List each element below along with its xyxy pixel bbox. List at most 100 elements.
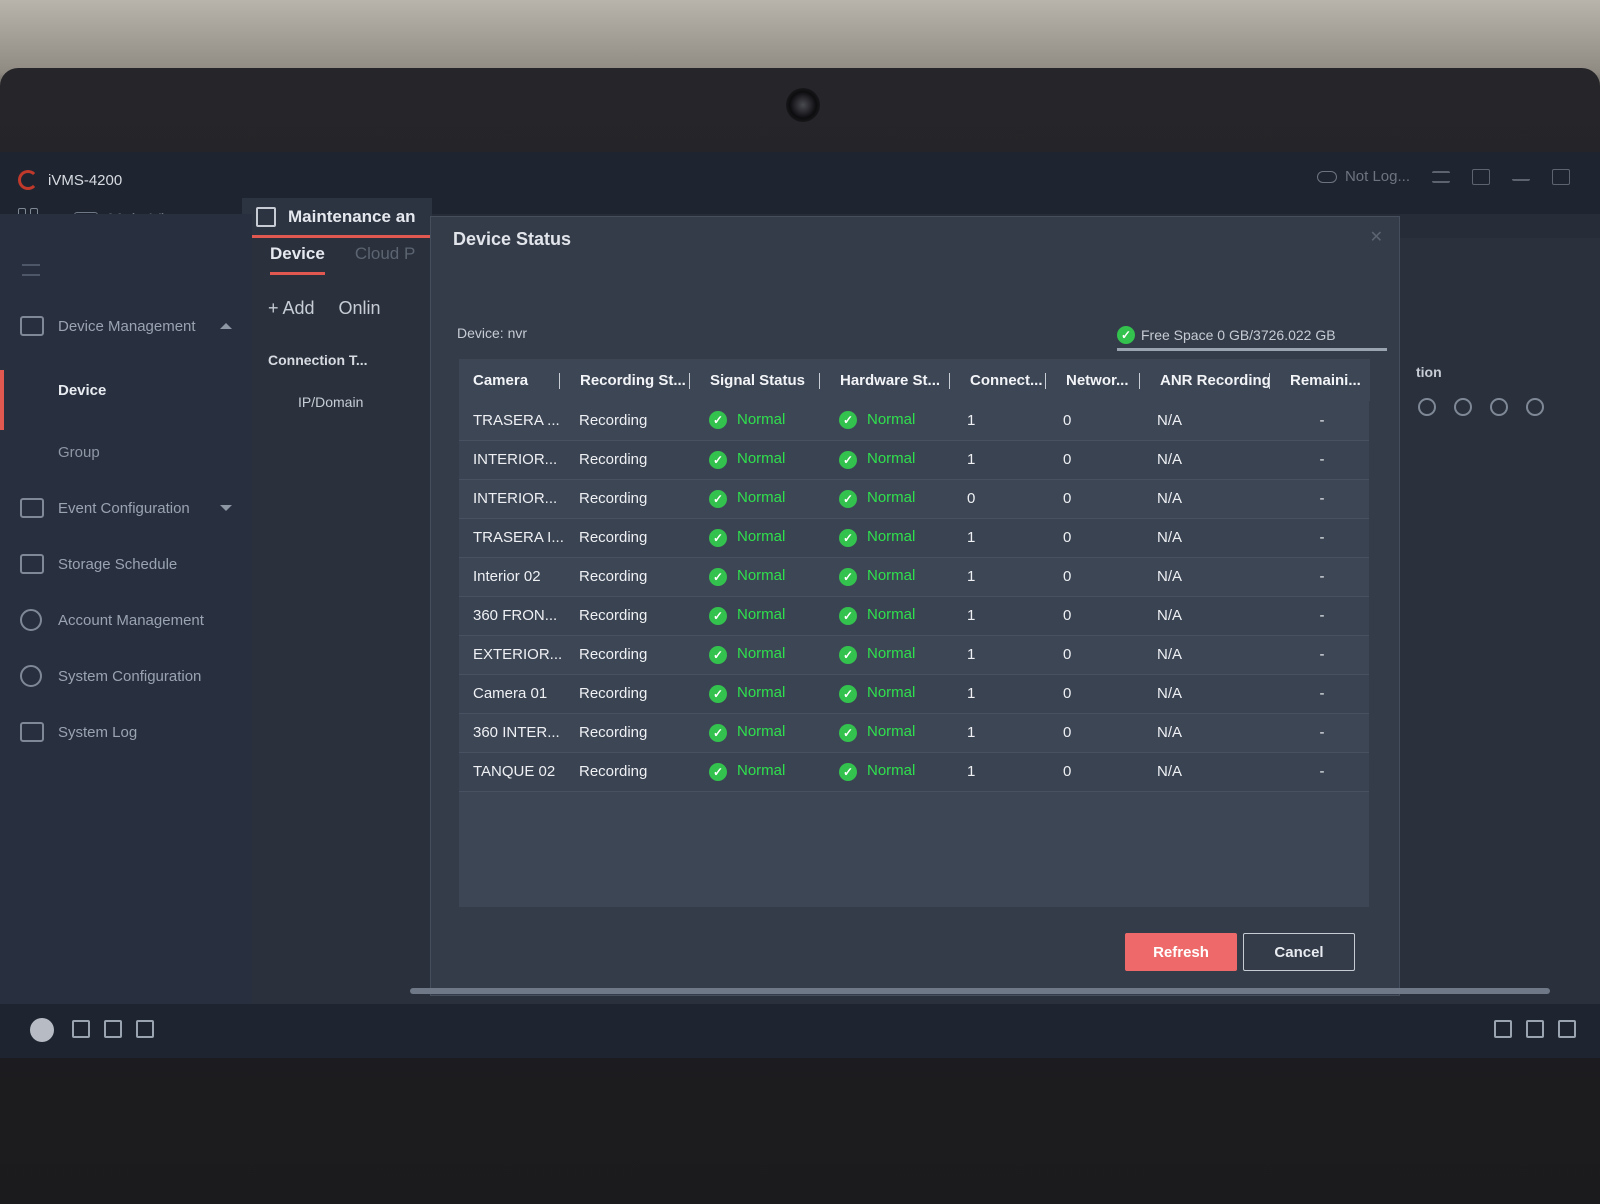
cell-recording-status: Recording [565, 635, 695, 675]
column-header[interactable]: Recording St... [565, 359, 696, 401]
cell-network-label: 0 [1063, 411, 1072, 429]
status-bar [0, 1004, 1600, 1058]
cell-recording-status-label: Recording [579, 685, 648, 702]
trash-icon[interactable] [72, 1020, 90, 1038]
column-header[interactable]: ANR Recording [1145, 359, 1276, 401]
free-space-indicator: ✓ Free Space 0 GB/3726.022 GB [1117, 321, 1387, 351]
pin-icon[interactable] [1494, 1020, 1512, 1038]
device-list-row[interactable]: IP/Domain [298, 394, 363, 410]
column-header[interactable]: Networ... [1051, 359, 1146, 401]
tab-cloud[interactable]: Cloud P [355, 244, 415, 275]
table-row[interactable]: TANQUE 02 Recording ✓ Normal ✓ Normal 1 0 N/A - [459, 752, 1369, 792]
alarm-icon[interactable] [30, 1018, 54, 1042]
table-row[interactable]: 360 INTER... Recording ✓ Normal ✓ Normal 1 0 N/A… [459, 713, 1369, 753]
login-status[interactable]: Not Log... [1316, 168, 1410, 185]
online-device-button[interactable]: Onlin [339, 298, 381, 319]
column-header[interactable]: Hardware St... [825, 359, 956, 401]
sidebar-item-device[interactable]: Device [0, 370, 252, 430]
sidebar-item-label: Account Management [58, 611, 204, 629]
table-row[interactable]: EXTERIOR... Recording ✓ Normal ✓ Normal 1 0 N/A - [459, 635, 1369, 675]
cell-network: 0 [1051, 401, 1145, 441]
sidebar-item-system-log[interactable]: System Log [0, 712, 252, 752]
check-circle-icon: ✓ [839, 528, 857, 547]
sidebar-item-label: Device Management [58, 317, 196, 335]
tab-maintenance[interactable]: Maintenance an [242, 198, 432, 238]
mute-icon[interactable] [136, 1020, 154, 1038]
cell-anr-recording-label: N/A [1157, 685, 1183, 702]
user-icon[interactable] [1490, 398, 1508, 416]
column-header[interactable]: Camera [459, 359, 566, 401]
cancel-button[interactable]: Cancel [1243, 933, 1355, 971]
table-row[interactable]: INTERIOR... Recording ✓ Normal ✓ Normal 0 0 N/A - [459, 479, 1369, 519]
cell-anr-recording: N/A [1145, 596, 1275, 636]
cell-camera-label: 360 FRON... [473, 607, 558, 624]
menu-icon[interactable] [22, 264, 40, 276]
sidebar-item-group[interactable]: Group [0, 432, 252, 472]
layout-icon[interactable] [1472, 168, 1490, 185]
cell-camera-label: INTERIOR... [473, 490, 558, 507]
cell-network: 0 [1051, 479, 1145, 519]
check-circle-icon: ✓ [839, 567, 857, 586]
cell-remaining: - [1275, 479, 1369, 519]
sidebar-item-label: System Configuration [58, 667, 202, 685]
table-row[interactable]: 360 FRON... Recording ✓ Normal ✓ Normal 1 0 N/A - [459, 596, 1369, 636]
title-bar: iVMS-4200 Not Log... [0, 152, 1600, 214]
cell-camera-label: TANQUE 02 [473, 763, 556, 780]
status-table: Camera Recording St... Signal Status Har… [459, 359, 1370, 792]
cell-network: 0 [1051, 752, 1145, 792]
title-bar-controls: Not Log... [1316, 168, 1600, 185]
sidebar-item-label: Event Configuration [58, 499, 190, 517]
status-icon[interactable] [1454, 398, 1472, 416]
sidebar-item-system-configuration[interactable]: System Configuration [0, 656, 252, 696]
refresh-button[interactable]: Refresh [1125, 933, 1237, 971]
chevron-up-icon[interactable] [1558, 1020, 1576, 1038]
horizontal-scrollbar[interactable] [410, 988, 1550, 994]
minimize-icon[interactable] [1512, 173, 1530, 181]
window-icon[interactable] [1526, 1020, 1544, 1038]
table-row[interactable]: Interior 02 Recording ✓ Normal ✓ Normal 1 0 N/A - [459, 557, 1369, 597]
cell-connection-label: 1 [967, 685, 976, 702]
column-header[interactable]: Signal Status [695, 359, 826, 401]
cell-anr-recording-label: N/A [1157, 568, 1183, 585]
settings-icon[interactable] [1418, 398, 1436, 416]
sidebar-item-account-management[interactable]: Account Management [0, 600, 252, 640]
check-circle-icon: ✓ [839, 489, 857, 508]
sidebar-item-device-management[interactable]: Device Management [0, 306, 252, 346]
cell-remaining: - [1275, 518, 1369, 558]
cell-signal-status: ✓ Normal [695, 674, 825, 714]
cell-hardware-status: ✓ Normal [825, 713, 955, 753]
cell-recording-status-label: Recording [579, 529, 648, 546]
cell-remaining: - [1275, 440, 1369, 480]
image-icon[interactable] [104, 1020, 122, 1038]
device-list-header: Connection T... [268, 352, 368, 368]
cell-remaining-label: - [1319, 763, 1325, 780]
cell-anr-recording: N/A [1145, 674, 1275, 714]
tab-device[interactable]: Device [270, 244, 325, 275]
cell-recording-status-label: Recording [579, 411, 648, 429]
cell-network: 0 [1051, 674, 1145, 714]
table-row[interactable]: TRASERA ... Recording ✓ Normal ✓ Normal 1 0 N/A - [459, 401, 1369, 441]
list-icon[interactable] [1432, 170, 1450, 183]
app-logo-icon [18, 170, 38, 190]
cell-signal-status: ✓ Normal [695, 557, 825, 597]
table-row[interactable]: TRASERA I... Recording ✓ Normal ✓ Normal 1 0 N/A… [459, 518, 1369, 558]
table-body: TRASERA ... Recording ✓ Normal ✓ Normal 1 0 N/A -… [459, 401, 1369, 792]
close-icon[interactable]: ✕ [1370, 227, 1383, 247]
status-table-container: Camera Recording St... Signal Status Har… [459, 359, 1370, 907]
add-button[interactable]: + Add [268, 298, 315, 319]
column-header[interactable]: Connect... [955, 359, 1052, 401]
cell-anr-recording-label: N/A [1157, 646, 1183, 663]
connection-type-header[interactable]: Connection T... [268, 352, 368, 368]
sidebar-item-storage-schedule[interactable]: Storage Schedule [0, 544, 252, 584]
table-row[interactable]: Camera 01 Recording ✓ Normal ✓ Normal 1 0 N/A - [459, 674, 1369, 714]
event-icon [20, 498, 44, 518]
maximize-icon[interactable] [1552, 168, 1570, 185]
refresh-icon[interactable] [1526, 398, 1544, 416]
cell-camera: TRASERA I... [459, 518, 565, 558]
table-row[interactable]: INTERIOR... Recording ✓ Normal ✓ Normal 1 0 N/A - [459, 440, 1369, 480]
cell-camera-label: TRASERA ... [473, 411, 560, 429]
sidebar-item-event-configuration[interactable]: Event Configuration [0, 488, 252, 528]
column-header[interactable]: Remaini... [1275, 359, 1370, 401]
cell-anr-recording-label: N/A [1157, 451, 1183, 468]
cell-recording-status: Recording [565, 518, 695, 558]
